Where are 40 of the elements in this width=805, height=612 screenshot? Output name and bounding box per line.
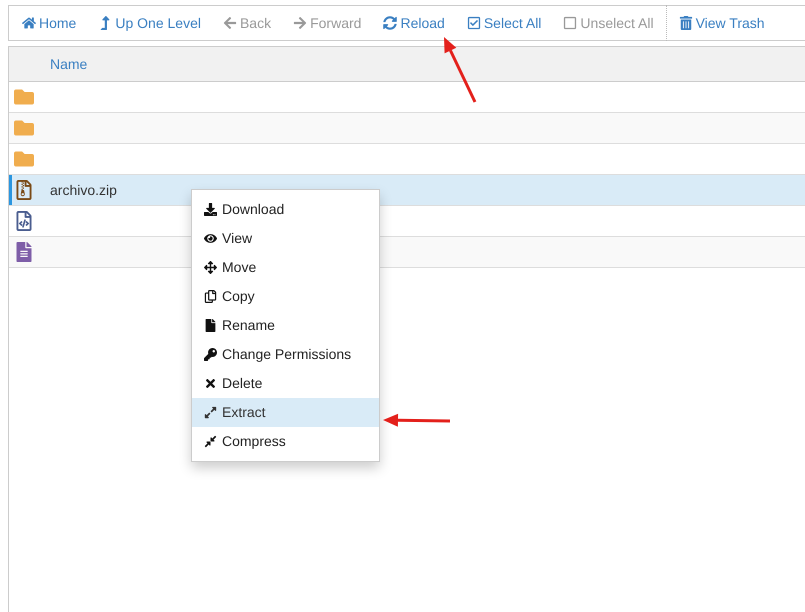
- refresh-icon: [383, 16, 398, 30]
- menu-item[interactable]: View: [192, 224, 379, 253]
- right-arrow-icon: [293, 16, 308, 30]
- home-icon: [22, 16, 36, 30]
- eye-icon: [204, 232, 217, 245]
- annotation-arrow: [381, 411, 453, 429]
- checked-box-icon: [466, 16, 481, 30]
- toolbar-button[interactable]: Home: [22, 12, 76, 34]
- toolbar-button[interactable]: Select All: [466, 12, 542, 34]
- menu-item[interactable]: Change Permissions: [192, 340, 379, 369]
- column-header[interactable]: Name: [50, 54, 88, 74]
- file-row[interactable]: [9, 113, 805, 144]
- compress-arrows-icon: [204, 435, 217, 448]
- file-name: archivo.zip: [50, 180, 117, 200]
- left-arrow-icon: [222, 16, 237, 30]
- expand-arrows-icon: [204, 406, 217, 419]
- menu-item[interactable]: Delete: [192, 369, 379, 398]
- level-up-arrow-icon: [98, 16, 112, 30]
- toolbar-button[interactable]: View Trash: [678, 12, 765, 34]
- menu-item[interactable]: Compress: [192, 427, 379, 456]
- download-icon: [204, 203, 217, 216]
- zip-file-icon: [14, 180, 34, 200]
- menu-item[interactable]: Rename: [192, 311, 379, 340]
- code-file-icon: [14, 211, 34, 231]
- menu-item[interactable]: Extract: [192, 398, 379, 427]
- toolbar-button[interactable]: Up One Level: [98, 12, 201, 34]
- folder-icon: [14, 118, 34, 138]
- folder-icon: [14, 87, 34, 107]
- menu-item[interactable]: Move: [192, 253, 379, 282]
- folder-icon: [14, 149, 34, 169]
- text-file-icon: [14, 242, 34, 262]
- empty-box-icon: [563, 16, 578, 30]
- trash-icon: [678, 16, 693, 30]
- copy-icon: [204, 290, 217, 303]
- close-icon: [204, 377, 217, 390]
- four-way-arrow-icon: [204, 261, 217, 274]
- toolbar-button[interactable]: Reload: [383, 12, 445, 34]
- key-icon: [204, 348, 217, 361]
- file-icon: [204, 319, 217, 332]
- menu-item[interactable]: Copy: [192, 282, 379, 311]
